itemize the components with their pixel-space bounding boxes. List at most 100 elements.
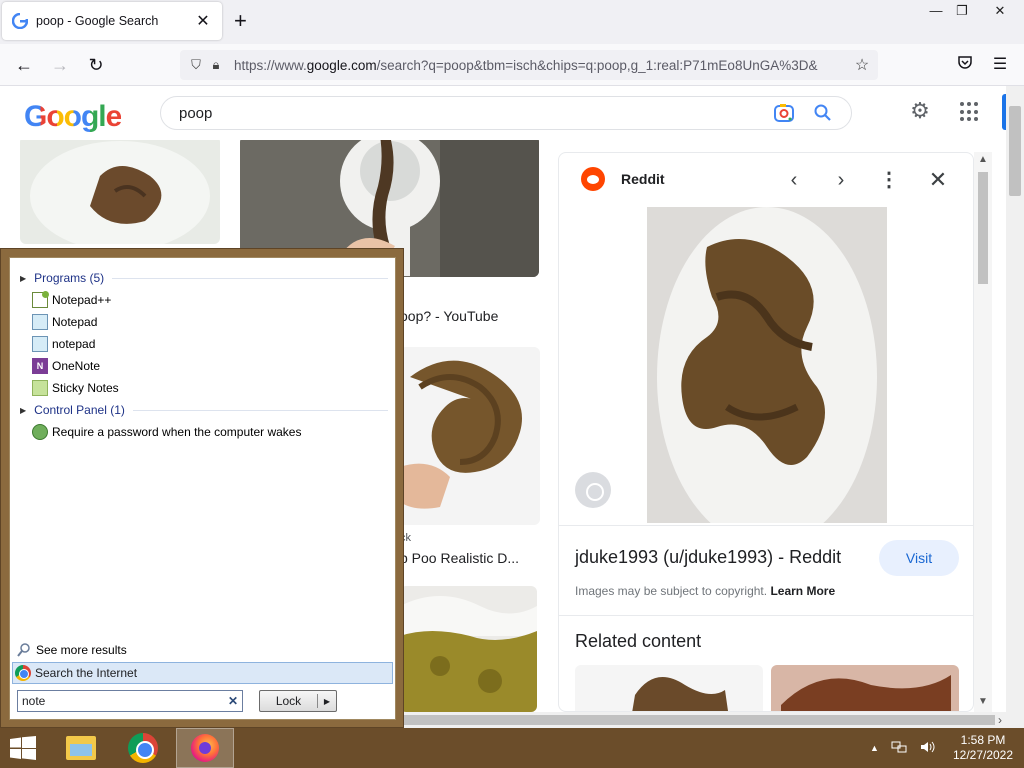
google-header: Google poop ⚙	[0, 86, 1024, 140]
power-options-icon	[32, 424, 48, 440]
tab-title: poop - Google Search	[36, 14, 159, 28]
clock-date: 12/27/2022	[952, 748, 1014, 762]
tab-google-search[interactable]: poop - Google Search ✕	[2, 2, 222, 40]
close-icon[interactable]: ✕	[925, 167, 951, 193]
new-tab-button[interactable]: +	[234, 9, 247, 33]
previous-icon[interactable]: ‹	[781, 167, 807, 193]
google-apps-icon[interactable]	[960, 102, 980, 122]
panel-header: Reddit ‹ › ⋮ ✕	[559, 153, 973, 207]
program-label: Notepad	[52, 315, 98, 329]
chrome-icon	[15, 665, 31, 681]
firefox-icon	[191, 734, 219, 762]
related-image-1[interactable]	[575, 665, 763, 712]
page-scroll-thumb[interactable]	[1009, 106, 1021, 196]
sticky-notes-icon	[32, 380, 48, 396]
maximize-button[interactable]: ❐	[946, 0, 978, 22]
expand-triangle-icon: ▶	[20, 405, 27, 415]
search-the-internet[interactable]: Search the Internet	[12, 662, 393, 684]
horizontal-scrollbar[interactable]: ›	[400, 712, 1024, 728]
google-favicon-icon	[12, 13, 28, 29]
close-window-button[interactable]: ✕	[976, 0, 1024, 22]
network-icon[interactable]	[891, 740, 907, 757]
next-icon[interactable]: ›	[828, 167, 854, 193]
start-menu-results: ▶ Programs (5) Notepad++ Notepad notepad…	[9, 257, 396, 720]
chrome-icon	[128, 733, 158, 763]
result-image-3[interactable]	[400, 347, 540, 525]
result-image-1[interactable]	[20, 140, 220, 244]
copyright-note: Images may be subject to copyright. Lear…	[575, 584, 835, 598]
scroll-up-icon[interactable]: ▲	[978, 154, 988, 165]
scroll-down-icon[interactable]: ▼	[978, 696, 988, 707]
image-preview-panel: Reddit ‹ › ⋮ ✕ jduke1993 (u/jduke1993) -…	[558, 152, 974, 712]
search-text[interactable]: note	[22, 694, 228, 708]
search-query[interactable]: poop	[179, 105, 773, 122]
more-options-icon[interactable]: ⋮	[876, 167, 902, 193]
lock-icon[interactable]: 🔒︎	[206, 57, 226, 73]
program-onenote[interactable]: N OneNote	[32, 358, 100, 374]
settings-gear-icon[interactable]: ⚙	[907, 98, 933, 124]
control-panel-category[interactable]: ▶ Control Panel (1)	[20, 403, 388, 417]
panel-source[interactable]: Reddit	[621, 171, 665, 187]
taskbar-firefox[interactable]	[176, 728, 234, 768]
related-image-2[interactable]	[771, 665, 959, 712]
expand-triangle-icon: ▶	[20, 273, 27, 283]
visit-button[interactable]: Visit	[879, 540, 959, 576]
hamburger-menu-icon[interactable]: ☰	[987, 52, 1013, 78]
clock-time: 1:58 PM	[960, 733, 1006, 747]
forward-arrow-icon[interactable]: →	[47, 52, 73, 78]
program-notepad-plus-plus[interactable]: Notepad++	[32, 291, 111, 308]
show-hidden-icons-icon[interactable]: ▲	[870, 743, 879, 753]
result-image-4[interactable]	[400, 586, 537, 712]
notepad-icon	[32, 314, 48, 330]
divider	[559, 525, 973, 526]
result-title[interactable]: oop? - YouTube	[400, 308, 498, 324]
panel-scrollbar[interactable]: ▲ ▼	[974, 152, 992, 712]
result-title[interactable]: p Poo Realistic D...	[400, 550, 519, 566]
taskbar-file-explorer[interactable]	[52, 728, 110, 768]
control-panel-header: Control Panel (1)	[34, 403, 125, 417]
program-notepad-lower[interactable]: notepad	[32, 336, 95, 352]
clear-search-icon[interactable]: ✕	[228, 694, 238, 708]
google-logo[interactable]: Google	[24, 100, 122, 134]
windows-start-icon[interactable]	[9, 736, 37, 760]
reload-icon[interactable]: ↻	[83, 52, 109, 78]
see-more-results[interactable]: See more results	[16, 642, 127, 658]
taskbar-chrome[interactable]	[114, 728, 172, 768]
url-prefix: https://www.	[234, 57, 307, 73]
program-notepad[interactable]: Notepad	[32, 314, 97, 330]
url-bar[interactable]: ⛉ 🔒︎ https://www.google.com/search?q=poo…	[180, 50, 878, 80]
control-panel-item[interactable]: Require a password when the computer wak…	[32, 424, 301, 440]
google-lens-icon[interactable]	[773, 102, 795, 124]
volume-icon[interactable]	[919, 740, 935, 757]
panel-title[interactable]: jduke1993 (u/jduke1993) - Reddit	[575, 547, 841, 568]
lock-label[interactable]: Lock	[260, 694, 318, 708]
google-search-box[interactable]: poop	[160, 96, 852, 130]
search-icon[interactable]	[813, 103, 833, 123]
panel-scroll-thumb[interactable]	[978, 172, 988, 284]
shield-icon[interactable]: ⛉	[186, 57, 206, 73]
learn-more-link[interactable]: Learn More	[770, 584, 835, 598]
scroll-right-icon[interactable]: ›	[998, 713, 1002, 727]
url-text[interactable]: https://www.google.com/search?q=poop&tbm…	[234, 58, 852, 73]
control-panel-label: Require a password when the computer wak…	[52, 425, 302, 439]
program-sticky-notes[interactable]: Sticky Notes	[32, 380, 119, 396]
bookmark-star-icon[interactable]: ☆	[852, 55, 872, 75]
pocket-icon[interactable]	[952, 52, 978, 78]
back-arrow-icon[interactable]: ←	[11, 52, 37, 78]
start-search-input[interactable]: note ✕	[17, 690, 243, 712]
tab-close-icon[interactable]: ✕	[194, 11, 212, 31]
page-scrollbar[interactable]	[1006, 86, 1024, 712]
horizontal-scroll-thumb[interactable]	[400, 715, 995, 725]
clock[interactable]: 1:58 PM 12/27/2022	[948, 733, 1018, 763]
related-content-heading: Related content	[575, 631, 702, 651]
preview-image[interactable]	[647, 207, 887, 523]
divider	[112, 277, 388, 279]
programs-category[interactable]: ▶ Programs (5)	[20, 271, 388, 285]
power-options-arrow-icon[interactable]: ▶	[318, 697, 336, 706]
panel-image-area	[559, 207, 973, 525]
lens-search-icon[interactable]	[575, 472, 611, 508]
program-label: OneNote	[52, 359, 101, 373]
taskbar: ▲ 1:58 PM 12/27/2022	[0, 728, 1024, 768]
google-logo-text: Google	[24, 100, 122, 133]
lock-button[interactable]: Lock ▶	[259, 690, 337, 712]
